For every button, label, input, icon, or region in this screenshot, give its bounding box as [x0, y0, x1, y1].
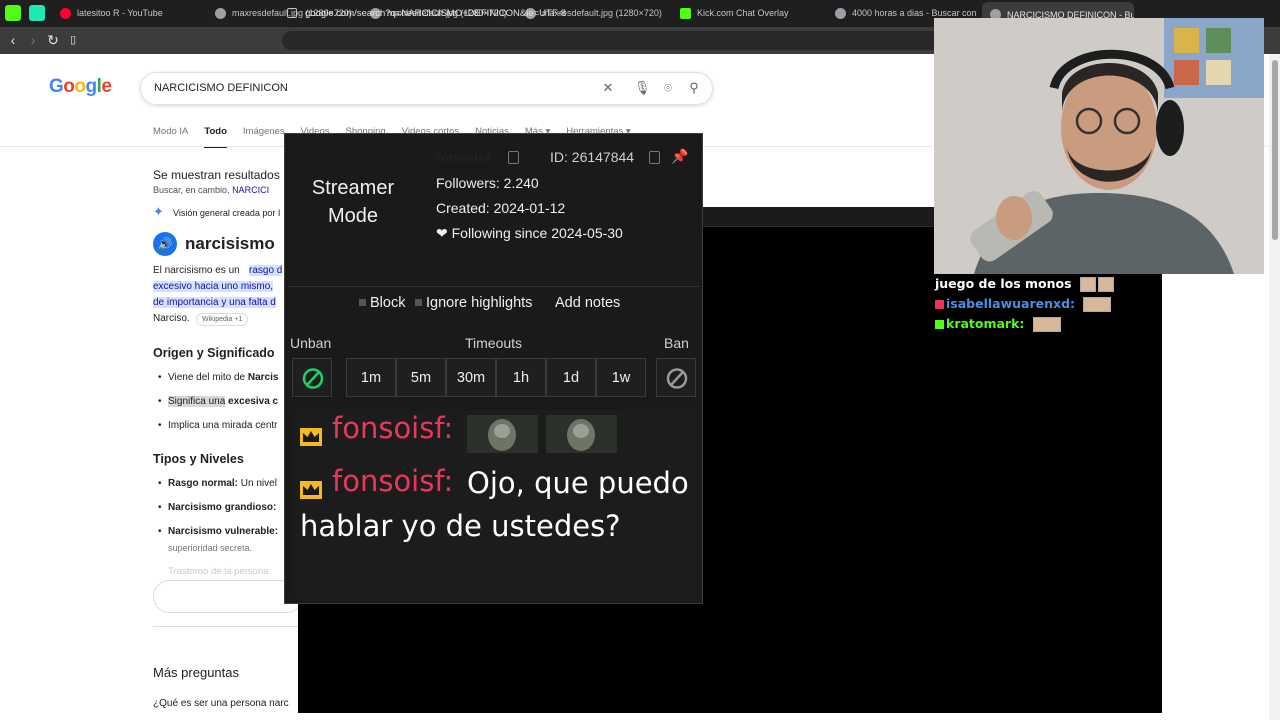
sidebar-icon[interactable]: ▯ — [65, 32, 81, 48]
type-item-3: Narcisismo vulnerable: — [158, 526, 278, 537]
crown-badge-icon — [300, 428, 322, 446]
url-text[interactable]: google.com/search?q=NARCICISMO+DEFINICON… — [305, 8, 566, 19]
badge-icon — [935, 320, 944, 329]
section-origin-title: Origen y Significado — [153, 346, 275, 360]
message-text: Ojo, que puedo hablar yo de ustedes? — [300, 466, 689, 543]
faded-line: Trastorno de la persona — [168, 566, 269, 577]
ai-sparkle-icon: ✦ — [153, 204, 164, 219]
emote-image — [1032, 317, 1061, 332]
timeout-30m-button[interactable]: 30m — [446, 358, 496, 397]
tab-todo[interactable]: Todo — [204, 126, 227, 148]
tab-modo-ia[interactable]: Modo IA — [153, 126, 188, 148]
chat-line: isabellawuarenxd: — [935, 296, 1112, 312]
back-icon[interactable]: ‹ — [5, 32, 21, 48]
emote-image — [1083, 297, 1112, 312]
add-notes-option[interactable]: Add notes — [555, 295, 620, 311]
section-types-title: Tipos y Niveles — [153, 452, 244, 466]
section-divider — [153, 626, 303, 627]
page-scrollbar-thumb[interactable] — [1272, 60, 1278, 240]
para-line-1: El narcisismo es un — [153, 265, 240, 276]
copy-id-icon[interactable] — [649, 151, 660, 164]
origin-item-2: Significa una excesiva c — [158, 396, 278, 407]
search-input[interactable]: NARCICISMO DEFINICON — [154, 82, 288, 94]
address-bar[interactable] — [282, 31, 942, 50]
show-more-button[interactable] — [153, 580, 303, 613]
tab-imagenes[interactable]: Imágenes — [243, 126, 285, 148]
globe-icon — [215, 7, 226, 19]
card-user-id: ID: 26147844 — [550, 149, 635, 165]
para-line-3: de importancia y una falta d — [153, 297, 276, 308]
youtube-icon — [60, 7, 71, 19]
card-username: fonsoisf — [436, 149, 491, 165]
chat-line: kratomark: — [935, 316, 1061, 332]
para-line-4: Narciso. — [153, 313, 190, 324]
type-item-1: Rasgo normal: Un nivel — [158, 478, 277, 489]
forward-icon[interactable]: › — [25, 32, 41, 48]
more-questions-title: Más preguntas — [153, 665, 239, 680]
timeout-1h-button[interactable]: 1h — [496, 358, 546, 397]
type-item-2: Narcisismo grandioso: — [158, 502, 276, 513]
showing-results-text: Se muestran resultados — [153, 168, 280, 182]
copy-username-icon[interactable] — [508, 151, 519, 164]
badge-icon — [935, 300, 944, 309]
google-logo[interactable]: Google — [49, 76, 112, 98]
speaker-icon[interactable]: 🔊 — [153, 232, 177, 256]
kick-pinned-tab[interactable] — [5, 5, 21, 21]
card-created: Created: 2024-01-12 — [436, 200, 566, 216]
pin-icon[interactable]: 📌 — [671, 148, 688, 165]
ban-icon — [666, 368, 688, 389]
google-icon — [835, 7, 846, 19]
tab-kick-overlay[interactable]: Kick.com Chat Overlay — [672, 3, 824, 23]
tab-youtube[interactable]: latesitoo R - YouTube — [52, 3, 204, 23]
ignore-checkbox[interactable] — [415, 299, 422, 306]
timeout-5m-button[interactable]: 5m — [396, 358, 446, 397]
extension-pinned-tab[interactable] — [29, 5, 45, 21]
message-username: fonsoisf: — [332, 411, 454, 445]
card-following-since: ❤ Following since 2024-05-30 — [436, 225, 623, 241]
card-separator — [288, 286, 699, 287]
webcam-feed — [934, 18, 1264, 274]
ban-button[interactable] — [656, 358, 696, 397]
clear-icon[interactable]: ✕ — [601, 81, 615, 95]
unban-button[interactable] — [292, 358, 332, 397]
timeout-1w-button[interactable]: 1w — [596, 358, 646, 397]
emote-image — [467, 415, 538, 453]
wikipedia-chip[interactable]: Wikipedia +1 — [196, 313, 249, 326]
para-highlight: rasgo d — [249, 265, 283, 276]
ai-overview-label: Visión general creada por I — [173, 208, 281, 218]
ban-label: Ban — [664, 335, 689, 351]
unban-icon — [302, 368, 324, 389]
timeout-1m-button[interactable]: 1m — [346, 358, 396, 397]
para-line-2: excesivo hacia uno mismo, — [153, 281, 274, 292]
card-followers: Followers: 2.240 — [436, 175, 539, 191]
streamer-mode-label: Streamer Mode — [311, 177, 395, 227]
chat-line: juego de los monos — [935, 276, 1114, 292]
superiority-text: superioridad secreta. — [168, 543, 253, 553]
search-instead-link[interactable]: NARCICI — [232, 185, 269, 195]
block-option[interactable]: Block — [370, 295, 405, 311]
overlay-window-bar — [702, 207, 934, 227]
search-instead-text: Buscar, en cambio, NARCICI — [153, 185, 270, 195]
ai-overview-title: narcisismo — [185, 234, 275, 253]
unban-label: Unban — [290, 335, 332, 351]
origin-item-3: Implica una mirada centr — [158, 420, 277, 431]
emote-image — [1097, 277, 1114, 292]
emote-image — [1079, 277, 1096, 292]
emote-image — [546, 415, 617, 453]
block-checkbox[interactable] — [359, 299, 366, 306]
site-info-icon[interactable] — [287, 8, 297, 18]
kick-icon — [680, 7, 691, 19]
reload-icon[interactable]: ↻ — [45, 32, 61, 48]
timeouts-label: Timeouts — [465, 335, 523, 351]
origin-item-1: Viene del mito de Narcis — [158, 372, 278, 383]
microphone-icon[interactable]: 🎙 — [634, 81, 651, 95]
ignore-highlights-option[interactable]: Ignore highlights — [426, 295, 532, 311]
search-icon[interactable]: ⚲ — [687, 81, 701, 95]
question-item[interactable]: ¿Qué es ser una persona narc — [153, 698, 289, 709]
timeout-1d-button[interactable]: 1d — [546, 358, 596, 397]
lens-icon[interactable]: ⌾ — [661, 81, 675, 95]
